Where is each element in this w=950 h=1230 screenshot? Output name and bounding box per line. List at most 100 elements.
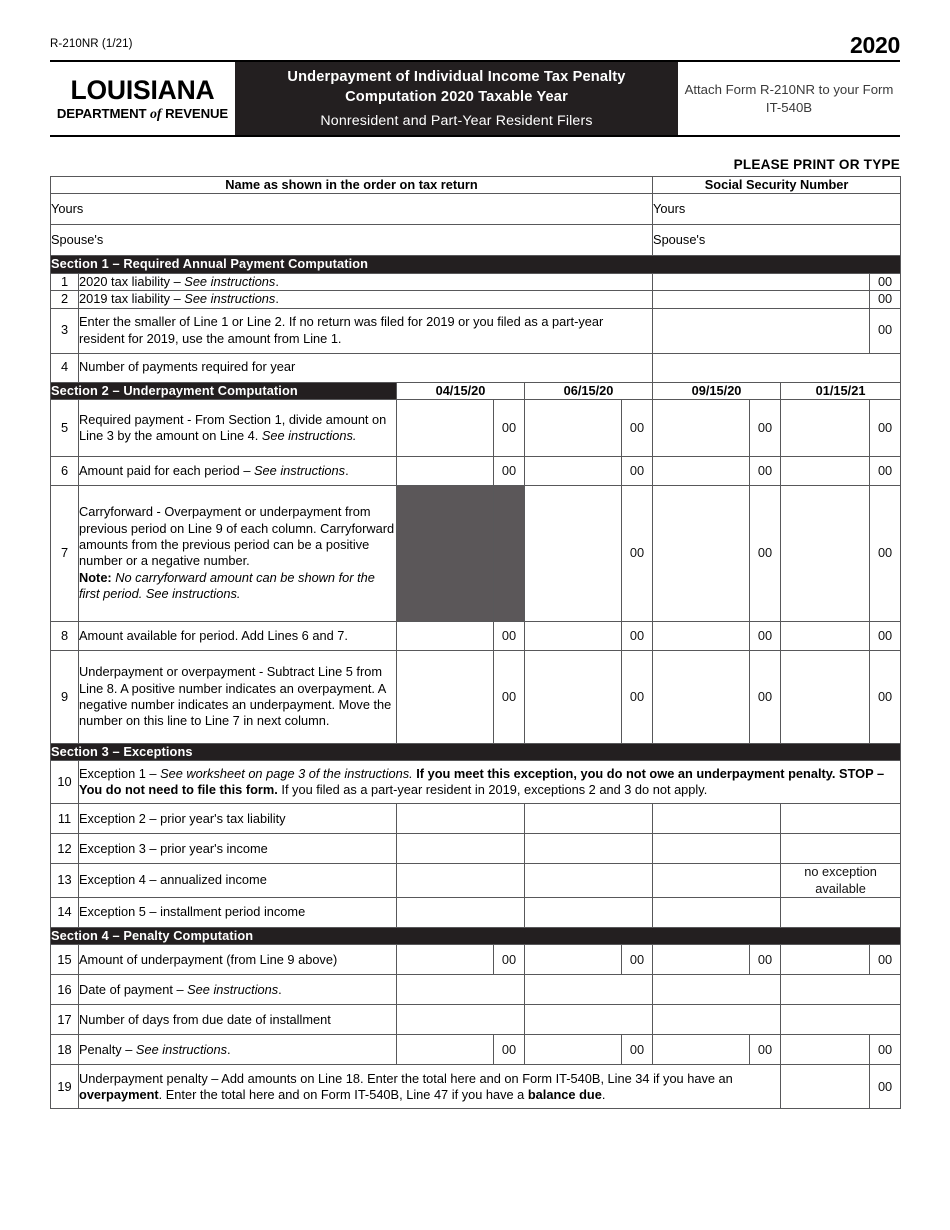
line-9-cents-col3: 00 (749, 649, 782, 744)
line-1-period: . (275, 273, 279, 289)
line-8-description: Amount available for period. Add Lines 6… (78, 620, 397, 651)
line-5-cents-col4: 00 (869, 398, 902, 457)
line-15-amount-col4[interactable] (780, 944, 871, 976)
line-16-input-col4[interactable] (780, 974, 902, 1006)
identity-spouse-row: Spouse's Spouse's (49, 224, 902, 257)
line-9-amount-col2[interactable] (524, 649, 622, 744)
table-row: 15 Amount of underpayment (from Line 9 a… (50, 944, 902, 976)
line-11-input-col4[interactable] (780, 803, 902, 835)
line-18-cents-col3: 00 (749, 1034, 782, 1066)
line-1-amount-input[interactable] (652, 272, 871, 292)
line-2-cents: 00 (869, 290, 902, 309)
agency-logo: LOUISIANA DEPARTMENT of REVENUE (50, 62, 235, 135)
line-18-amount-col4[interactable] (780, 1034, 871, 1066)
line-19-p2: overpayment (79, 1086, 159, 1102)
logo-of-word: of (150, 106, 162, 122)
line-16-input-col1[interactable] (396, 974, 525, 1006)
line-6-amount-col1[interactable] (396, 455, 494, 486)
line-11-input-col1[interactable] (396, 803, 525, 835)
line-8-amount-col1[interactable] (396, 620, 494, 651)
line-3-amount-input[interactable] (652, 307, 871, 354)
line-11-number: 11 (50, 803, 79, 835)
line-3-number: 3 (50, 307, 79, 354)
form-table: Name as shown in the order on tax return… (49, 175, 902, 1110)
name-yours-field[interactable]: Yours (49, 193, 654, 226)
line-18-amount-col3[interactable] (652, 1034, 751, 1066)
line-8-cents-col2: 00 (620, 620, 654, 651)
line-18-period: . (226, 1041, 231, 1057)
line-14-description: Exception 5 – installment period income (78, 897, 397, 928)
section-2-banner: Section 2 – Underpayment Computation (50, 381, 397, 400)
line-5-amount-col2[interactable] (524, 398, 622, 457)
line-18-cents-col2: 00 (620, 1034, 654, 1066)
line-8-amount-col4[interactable] (780, 620, 871, 651)
line-7-text: Carryforward - Overpayment or underpayme… (79, 504, 395, 569)
line-6-amount-col2[interactable] (524, 455, 622, 486)
please-print-notice: PLEASE PRINT OR TYPE (733, 157, 900, 172)
table-row: 6 Amount paid for each period – See inst… (50, 455, 902, 486)
line-7-amount-col3[interactable] (652, 484, 751, 622)
line-9-number: 9 (50, 649, 79, 744)
line-5-amount-col1[interactable] (396, 398, 494, 457)
line-8-number: 8 (50, 620, 79, 651)
line-15-amount-col3[interactable] (652, 944, 751, 976)
line-8-cents-col3: 00 (749, 620, 782, 651)
line-15-cents-col3: 00 (749, 944, 782, 976)
line-16-input-col2[interactable] (523, 974, 654, 1006)
line-13-input-col1[interactable] (396, 863, 525, 898)
line-12-number: 12 (50, 833, 79, 865)
line-12-input-col3[interactable] (652, 833, 782, 865)
line-4-amount-input[interactable] (652, 352, 902, 383)
line-2-italic: See instructions (184, 291, 276, 307)
line-7-amount-col2[interactable] (524, 484, 622, 622)
table-row: 2 2019 tax liability – See instructions.… (50, 290, 902, 309)
line-12-input-col1[interactable] (396, 833, 525, 865)
line-11-input-col2[interactable] (523, 803, 654, 835)
line-9-amount-col1[interactable] (396, 649, 494, 744)
line-14-input-col2[interactable] (523, 897, 654, 928)
line-17-input-col4[interactable] (780, 1004, 902, 1036)
name-spouse-field[interactable]: Spouse's (49, 224, 654, 257)
line-7-shaded-col1 (396, 484, 494, 622)
line-14-input-col4[interactable] (780, 897, 902, 928)
line-9-amount-col3[interactable] (652, 649, 751, 744)
attach-instruction: Attach Form R-210NR to your Form IT-540B (678, 62, 900, 135)
line-14-input-col1[interactable] (396, 897, 525, 928)
line-11-input-col3[interactable] (652, 803, 782, 835)
line-8-amount-col2[interactable] (524, 620, 622, 651)
line-17-input-col3[interactable] (652, 1004, 782, 1036)
logo-state-name: LOUISIANA (70, 75, 215, 106)
logo-department-word: DEPARTMENT (56, 105, 147, 121)
line-14-input-col3[interactable] (652, 897, 782, 928)
line-6-amount-col3[interactable] (652, 455, 751, 486)
section-3-banner-row: Section 3 – Exceptions (49, 742, 902, 762)
period-header-3: 09/15/20 (652, 381, 782, 400)
line-3-cents: 00 (869, 307, 902, 354)
line-3-description: Enter the smaller of Line 1 or Line 2. I… (77, 307, 654, 354)
line-16-input-col3[interactable] (652, 974, 782, 1006)
line-2-amount-input[interactable] (652, 290, 871, 309)
line-15-amount-col1[interactable] (396, 944, 494, 976)
line-17-input-col2[interactable] (523, 1004, 654, 1036)
line-6-cents-col4: 00 (869, 455, 902, 486)
line-12-input-col2[interactable] (523, 833, 654, 865)
line-8-amount-col3[interactable] (652, 620, 751, 651)
line-9-amount-col4[interactable] (780, 649, 871, 744)
line-15-amount-col2[interactable] (524, 944, 622, 976)
line-2-description: 2019 tax liability – See instructions. (77, 290, 654, 309)
line-17-input-col1[interactable] (396, 1004, 525, 1036)
line-16-description: Date of payment – See instructions. (78, 974, 397, 1006)
line-12-input-col4[interactable] (780, 833, 902, 865)
line-18-amount-col1[interactable] (396, 1034, 494, 1066)
line-18-amount-col2[interactable] (524, 1034, 622, 1066)
section-4-banner: Section 4 – Penalty Computation (49, 926, 902, 946)
ssn-yours-field[interactable]: Yours (652, 193, 902, 226)
line-6-amount-col4[interactable] (780, 455, 871, 486)
line-19-total-input[interactable] (780, 1064, 871, 1110)
line-5-amount-col3[interactable] (652, 398, 751, 457)
line-7-amount-col4[interactable] (780, 484, 871, 622)
line-5-amount-col4[interactable] (780, 398, 871, 457)
ssn-spouse-field[interactable]: Spouse's (652, 224, 902, 257)
line-13-input-col3[interactable] (652, 863, 782, 898)
line-13-input-col2[interactable] (523, 863, 654, 898)
